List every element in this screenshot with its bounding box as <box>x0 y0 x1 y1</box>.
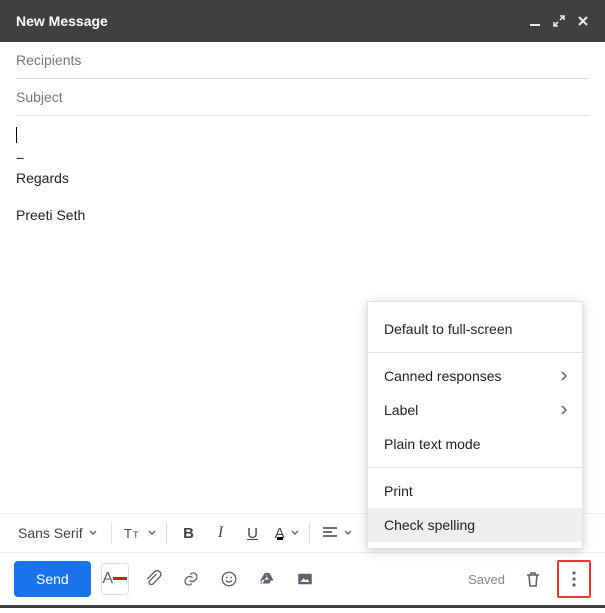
window-bottom-border <box>0 605 605 608</box>
send-button[interactable]: Send <box>14 561 91 597</box>
svg-text:T: T <box>133 530 139 540</box>
fields <box>0 42 605 116</box>
underline-button[interactable]: U <box>239 518 267 548</box>
insert-photo-icon[interactable] <box>291 563 319 595</box>
text-color-button[interactable]: A <box>271 518 301 548</box>
menu-canned-responses[interactable]: Canned responses <box>368 359 582 393</box>
more-options-menu: Default to full-screen Canned responses … <box>367 301 583 549</box>
menu-label[interactable]: Label <box>368 393 582 427</box>
signature: -- Regards Preeti Seth <box>16 147 589 226</box>
drive-icon[interactable] <box>253 563 281 595</box>
menu-separator <box>368 467 582 468</box>
attach-icon[interactable] <box>139 563 167 595</box>
font-family-select[interactable]: Sans Serif <box>12 518 103 548</box>
svg-text:T: T <box>124 526 132 541</box>
chevron-right-icon <box>560 368 568 384</box>
chevron-down-icon <box>89 530 97 536</box>
action-bar: Send A Saved <box>0 559 605 599</box>
signature-line-2: Preeti Seth <box>16 205 589 226</box>
signature-line-1: Regards <box>16 168 589 189</box>
window-title: New Message <box>16 13 523 29</box>
subject-row <box>16 79 589 116</box>
discard-icon[interactable] <box>519 563 547 595</box>
font-size-button[interactable]: TT <box>120 518 158 548</box>
menu-separator <box>368 352 582 353</box>
menu-plain-text[interactable]: Plain text mode <box>368 427 582 461</box>
fullscreen-icon[interactable] <box>547 9 571 33</box>
chevron-down-icon <box>344 530 352 536</box>
chevron-down-icon <box>291 530 299 536</box>
italic-button[interactable]: I <box>207 518 235 548</box>
bold-button[interactable]: B <box>175 518 203 548</box>
minimize-icon[interactable] <box>523 9 547 33</box>
window-header: New Message <box>0 0 605 42</box>
menu-check-spelling[interactable]: Check spelling <box>368 508 582 542</box>
save-status: Saved <box>468 572 505 587</box>
menu-print[interactable]: Print <box>368 474 582 508</box>
more-options-highlight <box>557 560 591 598</box>
align-button[interactable] <box>318 518 354 548</box>
insert-link-icon[interactable] <box>177 563 205 595</box>
text-cursor <box>16 127 17 143</box>
chevron-down-icon <box>148 530 156 536</box>
signature-separator: -- <box>16 147 589 168</box>
more-options-icon[interactable] <box>560 563 588 595</box>
menu-default-fullscreen[interactable]: Default to full-screen <box>368 312 582 346</box>
subject-input[interactable] <box>16 89 589 105</box>
emoji-icon[interactable] <box>215 563 243 595</box>
formatting-toggle-button[interactable]: A <box>101 563 129 595</box>
chevron-right-icon <box>560 402 568 418</box>
recipients-input[interactable] <box>16 52 589 68</box>
recipients-row <box>16 42 589 79</box>
close-icon[interactable] <box>571 9 595 33</box>
compose-window: New Message -- Regards Preeti Seth <box>0 0 605 613</box>
